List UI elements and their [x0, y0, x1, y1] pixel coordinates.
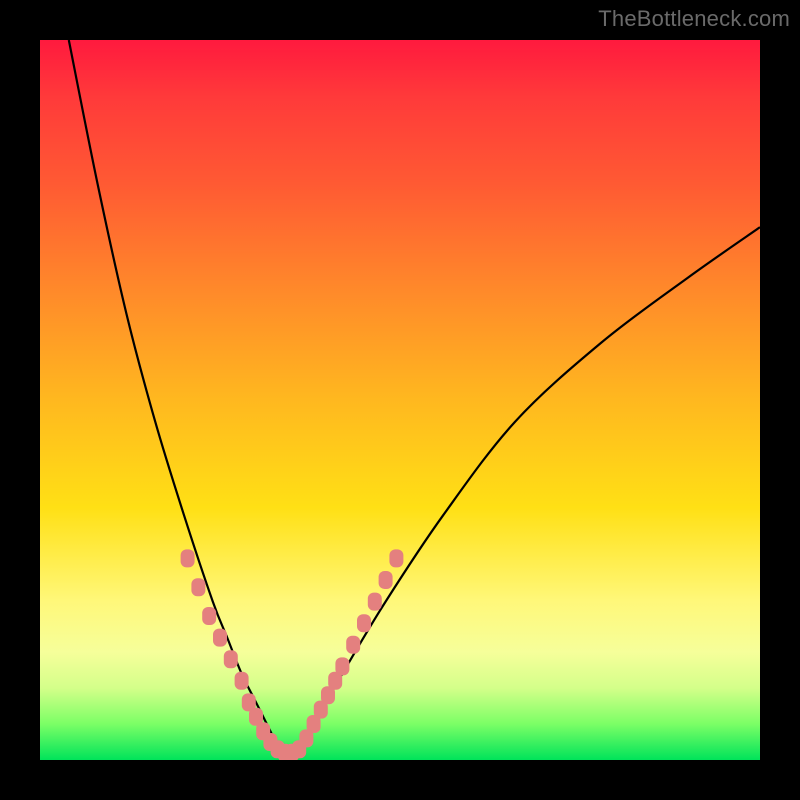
marker-dot — [379, 571, 393, 589]
watermark-text: TheBottleneck.com — [598, 6, 790, 32]
marker-band-left — [181, 549, 307, 760]
main-curve — [69, 40, 760, 754]
plot-area — [40, 40, 760, 760]
marker-dot — [202, 607, 216, 625]
marker-dot — [213, 629, 227, 647]
outer-frame: TheBottleneck.com — [0, 0, 800, 800]
marker-dot — [181, 549, 195, 567]
marker-dot — [357, 614, 371, 632]
marker-dot — [335, 657, 349, 675]
marker-band-right — [299, 549, 403, 747]
marker-dot — [235, 672, 249, 690]
bottleneck-curve-path — [69, 40, 760, 754]
curve-svg — [40, 40, 760, 760]
marker-dot — [346, 636, 360, 654]
marker-dot — [191, 578, 205, 596]
marker-dot — [224, 650, 238, 668]
marker-dot — [389, 549, 403, 567]
marker-dot — [368, 593, 382, 611]
